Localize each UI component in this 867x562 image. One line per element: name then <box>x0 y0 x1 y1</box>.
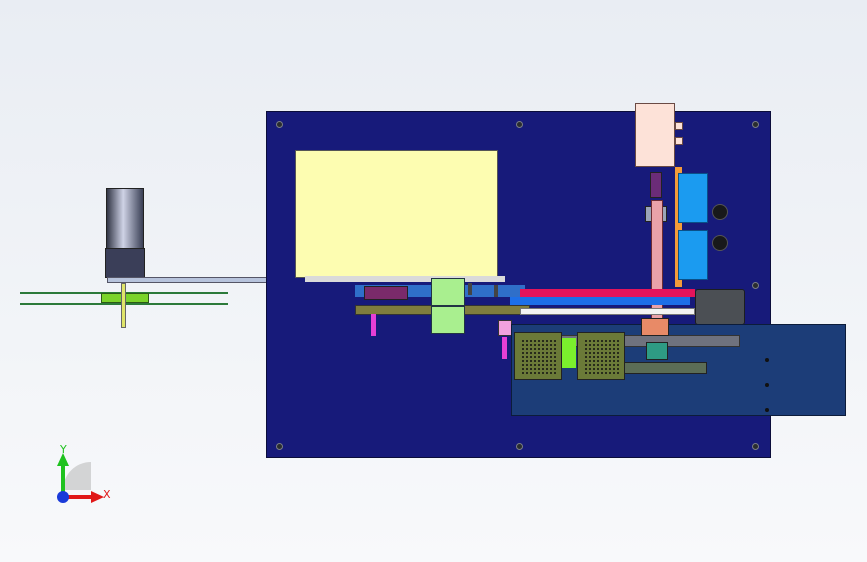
red-linear-rail[interactable] <box>520 289 695 297</box>
yellow-cover-panel[interactable] <box>295 150 498 278</box>
left-motor-cylinder[interactable] <box>106 188 144 250</box>
white-linear-rail[interactable] <box>520 308 695 315</box>
screw <box>494 285 498 297</box>
mount-hole <box>276 121 283 128</box>
grey-sensor-block[interactable] <box>695 289 745 325</box>
blue-linear-rail[interactable] <box>510 297 690 305</box>
magenta-slider[interactable] <box>364 286 408 300</box>
cad-viewport[interactable]: Y X <box>0 0 867 562</box>
mount-hole <box>752 282 759 289</box>
salmon-carriage[interactable] <box>641 318 669 336</box>
bolt-hole <box>712 204 728 220</box>
mount-hole <box>516 121 523 128</box>
mount-hole <box>516 443 523 450</box>
bolt-hole <box>712 235 728 251</box>
yellow-shaft-pin[interactable] <box>121 283 126 328</box>
blue-module-lower[interactable] <box>678 230 708 280</box>
x-axis-label: X <box>103 488 111 501</box>
panel-screw <box>765 408 769 412</box>
top-guide-strip[interactable] <box>305 276 505 282</box>
panel-screw <box>765 383 769 387</box>
left-motor-base[interactable] <box>105 248 145 278</box>
pink-block[interactable] <box>498 320 512 336</box>
green-carriage-upper[interactable] <box>431 278 465 306</box>
blue-module-upper[interactable] <box>678 173 708 223</box>
magenta-pin[interactable] <box>502 337 507 359</box>
motor-coupler[interactable] <box>650 172 662 198</box>
fixture-grid-right[interactable] <box>577 332 625 380</box>
y-axis-label: Y <box>60 443 67 456</box>
motor-tab <box>675 137 683 145</box>
triad-plane <box>63 462 91 490</box>
servo-motor-body[interactable] <box>635 103 675 167</box>
panel-screw <box>765 358 769 362</box>
green-clip[interactable] <box>560 338 576 368</box>
mount-hole <box>752 121 759 128</box>
fixture-grid-left[interactable] <box>514 332 562 380</box>
screw <box>468 283 472 295</box>
green-carriage-lower[interactable] <box>431 306 465 334</box>
magenta-pin[interactable] <box>371 314 376 336</box>
mount-hole <box>276 443 283 450</box>
motor-tab <box>675 122 683 130</box>
teal-block[interactable] <box>646 342 668 360</box>
mount-hole <box>752 443 759 450</box>
z-axis-dot <box>57 491 69 503</box>
